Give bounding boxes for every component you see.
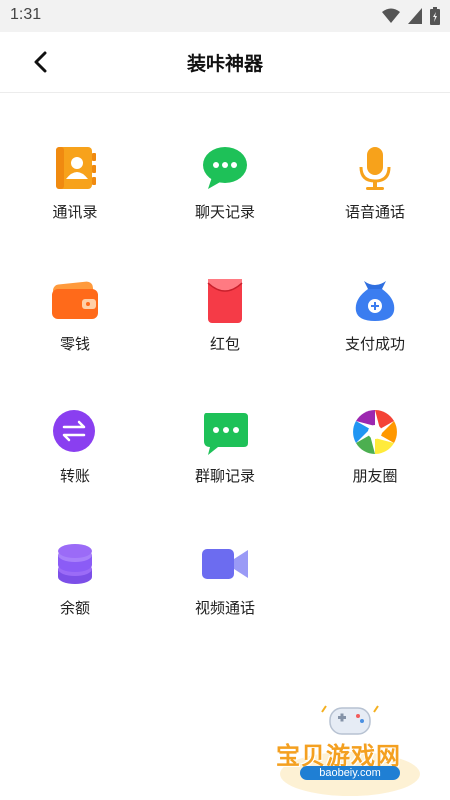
money-bag-icon (350, 275, 400, 325)
status-bar: 1:31 (0, 0, 450, 32)
watermark-logo: 宝贝游戏网 baobeiy.com (270, 700, 430, 800)
status-icons (382, 7, 440, 25)
wifi-icon (382, 8, 400, 23)
video-camera-icon (200, 539, 250, 589)
grid-item-payment-success[interactable]: 支付成功 (300, 225, 450, 353)
page-title: 装咔神器 (186, 53, 263, 75)
chat-bubble-icon (200, 143, 250, 193)
grid-item-change[interactable]: 零钱 (0, 225, 150, 353)
grid-item-voice-call[interactable]: 语音通话 (300, 93, 450, 221)
balance-stack-icon (50, 539, 100, 589)
grid-item-label: 朋友圈 (352, 467, 398, 485)
grid-item-label: 聊天记录 (194, 203, 255, 221)
grid-item-group-chat[interactable]: 群聊记录 (150, 357, 300, 485)
grid-item-label: 视频通话 (194, 599, 255, 617)
status-time: 1:31 (10, 6, 42, 23)
grid-item-chat-history[interactable]: 聊天记录 (150, 93, 300, 221)
grid-item-label: 红包 (209, 335, 240, 353)
watermark-url: baobeiy.com (300, 766, 400, 780)
header-bar: 装咔神器 (0, 32, 450, 93)
grid-item-label: 语音通话 (344, 203, 405, 221)
wallet-icon (50, 275, 100, 325)
grid-item-video-call[interactable]: 视频通话 (150, 489, 300, 617)
grid-item-label: 零钱 (59, 335, 90, 353)
grid-item-label: 群聊记录 (194, 467, 255, 485)
grid-item-transfer[interactable]: 转账 (0, 357, 150, 485)
red-packet-icon (200, 275, 250, 325)
grid-item-label: 余额 (59, 599, 90, 617)
grid-item-label: 转账 (59, 467, 90, 485)
grid-item-label: 通讯录 (52, 203, 98, 221)
grid-item-red-packet[interactable]: 红包 (150, 225, 300, 353)
battery-icon (430, 7, 440, 25)
microphone-icon (350, 143, 400, 193)
contacts-book-icon (50, 143, 100, 193)
grid-item-moments[interactable]: 朋友圈 (300, 357, 450, 485)
transfer-icon (50, 407, 100, 457)
grid-item-contacts[interactable]: 通讯录 (0, 93, 150, 221)
group-chat-icon (200, 407, 250, 457)
grid-item-balance[interactable]: 余额 (0, 489, 150, 617)
moments-aperture-icon (350, 407, 400, 457)
grid-item-label: 支付成功 (344, 335, 405, 353)
cellular-signal-icon (408, 8, 422, 24)
